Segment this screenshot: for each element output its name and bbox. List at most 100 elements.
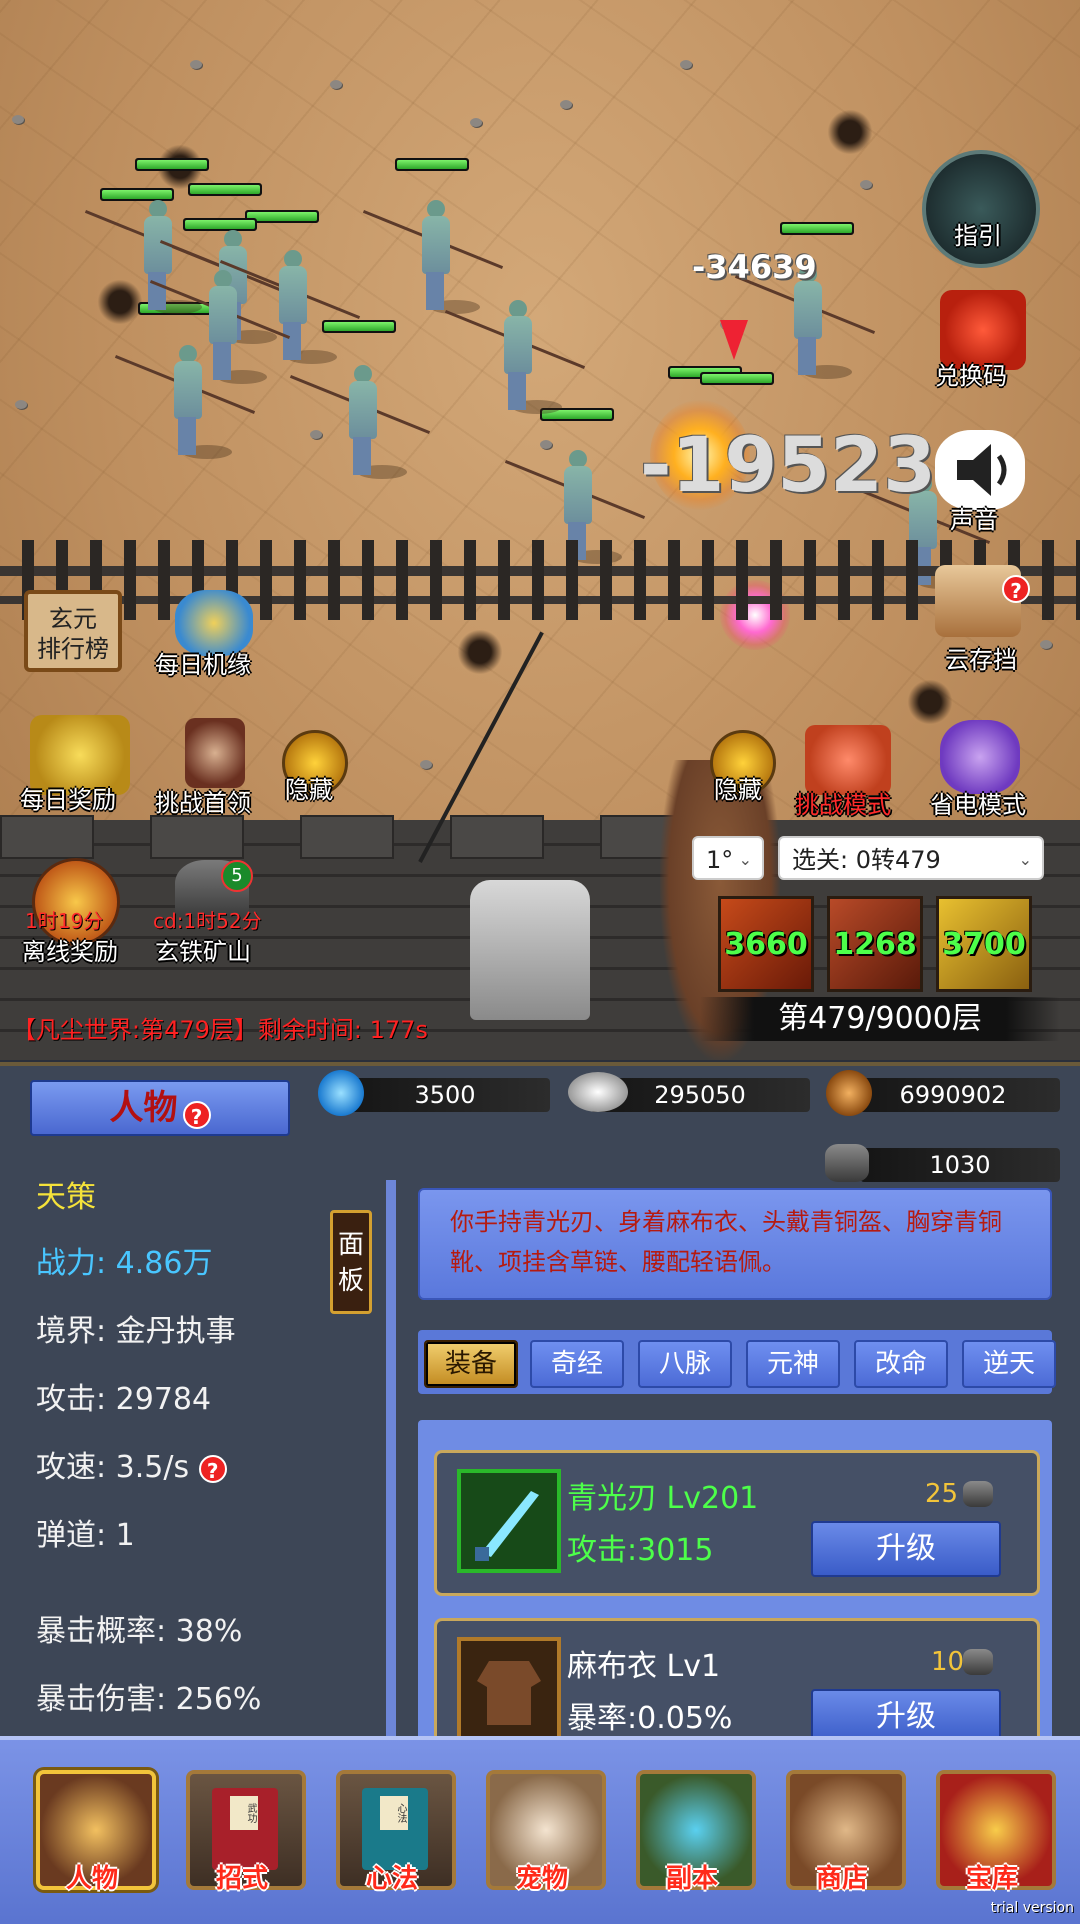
ranking-button[interactable]: 玄元 排行榜 xyxy=(24,590,122,672)
rock xyxy=(540,440,552,449)
hero-character xyxy=(470,880,590,1020)
upgrade-cost: 25 xyxy=(925,1479,959,1509)
rock xyxy=(860,180,872,189)
realm-stat: 境界: 金丹执事 xyxy=(36,1314,236,1349)
iron-mine-badge: 5 xyxy=(221,860,253,892)
tab-gaiming[interactable]: 改命 xyxy=(854,1340,948,1388)
stage-timer: 【凡尘世界:第479层】剩余时间: 177s xyxy=(12,1016,428,1044)
rock xyxy=(680,60,692,69)
combat-power: 战力: 4.86万 xyxy=(36,1246,213,1281)
panel-title: 人物 xyxy=(109,1088,178,1128)
rock xyxy=(420,760,432,769)
skill-slot-3[interactable]: 3700 xyxy=(936,896,1032,992)
nav-dungeon-label: 副本 xyxy=(665,1864,718,1894)
offline-reward-label: 离线奖励 xyxy=(22,938,118,966)
help-icon[interactable]: ? xyxy=(182,1100,211,1129)
hide-left-label: 隐藏 xyxy=(285,776,333,804)
power-save-label: 省电模式 xyxy=(930,791,1026,819)
equipment-item: 青光刃 Lv201 攻击:3015 25 升级 xyxy=(434,1450,1040,1596)
spirit-orb-icon xyxy=(318,1070,364,1116)
enemy-hp-bar xyxy=(700,372,774,385)
sound-label: 声音 xyxy=(950,506,998,534)
dry-bush xyxy=(900,680,960,724)
rock xyxy=(15,400,27,409)
nav-pet-label: 宠物 xyxy=(515,1864,568,1894)
crit-damage-stat: 暴击伤害: 256% xyxy=(36,1682,262,1717)
challenge-boss-label: 挑战首领 xyxy=(155,789,251,817)
power-save-button[interactable] xyxy=(940,720,1020,794)
iron-ore-icon xyxy=(825,1144,869,1182)
enemy-hp-bar xyxy=(395,158,469,171)
nav-mind-label: 心法 xyxy=(365,1864,418,1894)
skill-slot-1[interactable]: 3660 xyxy=(718,896,814,992)
sound-button[interactable] xyxy=(935,430,1025,510)
iron-fence xyxy=(0,540,1080,620)
upgrade-button[interactable]: 升级 xyxy=(811,1521,1001,1577)
daily-reward-label: 每日奖励 xyxy=(20,786,116,814)
iron-mine-cooldown: cd:1时52分 xyxy=(153,909,262,933)
nav-shop-label: 商店 xyxy=(815,1864,868,1894)
attack-speed-value: 攻速: 3.5/s xyxy=(36,1450,190,1485)
challenge-boss-button[interactable] xyxy=(185,718,245,788)
rock xyxy=(560,100,572,109)
hide-right-label: 隐藏 xyxy=(714,776,762,804)
wall-merlon xyxy=(450,815,544,859)
attribute-panel-button[interactable]: 面 板 xyxy=(330,1210,372,1314)
cloth-armor-icon xyxy=(457,1637,561,1741)
enemy-hp-bar xyxy=(322,320,396,333)
guide-label: 指引 xyxy=(954,222,1002,250)
panel-divider xyxy=(386,1180,396,1736)
tab-equipment[interactable]: 装备 xyxy=(424,1340,518,1388)
attack-stat: 攻击: 29784 xyxy=(36,1382,212,1417)
tab-qijing[interactable]: 奇经 xyxy=(530,1340,624,1388)
offline-reward-timer: 1时19分 xyxy=(25,909,104,933)
enemy-hp-bar xyxy=(780,222,854,235)
silver-ingot-icon xyxy=(568,1072,628,1112)
nav-treasury-label: 宝库 xyxy=(965,1864,1018,1894)
notification-badge: ? xyxy=(1002,575,1030,603)
equipment-item: 麻布衣 Lv1 暴率:0.05% 10 升级 xyxy=(434,1618,1040,1754)
challenge-mode-label: 挑战模式 xyxy=(795,791,891,819)
tab-yuanshen[interactable]: 元神 xyxy=(746,1340,840,1388)
rock xyxy=(310,430,322,439)
rock xyxy=(190,60,202,69)
watermark: trial version xyxy=(990,1900,1074,1916)
enemy-soldier xyxy=(84,200,226,314)
rock xyxy=(470,118,482,127)
dry-bush xyxy=(820,110,880,154)
projectile-stat: 弹道: 1 xyxy=(36,1518,135,1553)
sword-icon xyxy=(457,1469,561,1573)
chevron-down-icon: ⌄ xyxy=(1018,850,1032,869)
dry-bush xyxy=(450,630,510,674)
cloud-save-label: 云存挡 xyxy=(945,646,1017,674)
speed-select[interactable]: 1° ⌄ xyxy=(692,836,764,880)
class-name: 天策 xyxy=(36,1180,96,1215)
book-label: 武功 xyxy=(230,1796,258,1830)
crit-rate-stat: 暴击概率: 38% xyxy=(36,1614,243,1649)
copper-amount: 6990902 xyxy=(846,1078,1060,1112)
wall-merlon xyxy=(0,815,94,859)
guide-button[interactable]: 指引 xyxy=(922,150,1040,268)
target-marker-icon xyxy=(720,320,748,360)
nav-character-label: 人物 xyxy=(65,1864,118,1894)
stage-select[interactable]: 选关: 0转479 ⌄ xyxy=(778,836,1044,880)
enemy-soldier xyxy=(114,345,256,459)
attack-speed-stat: 攻速: 3.5/s ? xyxy=(36,1442,227,1486)
spirit-amount: 3500 xyxy=(340,1078,550,1112)
chevron-down-icon: ⌄ xyxy=(738,850,752,869)
floor-counter: 第479/9000层 xyxy=(700,997,1060,1041)
iron-ore-icon xyxy=(963,1649,993,1675)
enemy-soldier xyxy=(219,250,361,364)
equipment-description: 你手持青光刃、身着麻布衣、头戴青铜盔、胸穿青铜靴、项挂含草链、腰配轻语佩。 xyxy=(418,1188,1052,1300)
daily-chance-label: 每日机缘 xyxy=(155,651,251,679)
skill-slot-2[interactable]: 1268 xyxy=(827,896,923,992)
wall-merlon xyxy=(150,815,244,859)
help-icon[interactable]: ? xyxy=(198,1454,227,1483)
enemy-hp-bar xyxy=(135,158,209,171)
enemy-soldier xyxy=(289,365,431,479)
tab-bamai[interactable]: 八脉 xyxy=(638,1340,732,1388)
iron-ore-icon xyxy=(963,1481,993,1507)
enemy-soldier xyxy=(444,300,586,414)
nav-moves-label: 招式 xyxy=(215,1864,268,1894)
tab-nitian[interactable]: 逆天 xyxy=(962,1340,1056,1388)
